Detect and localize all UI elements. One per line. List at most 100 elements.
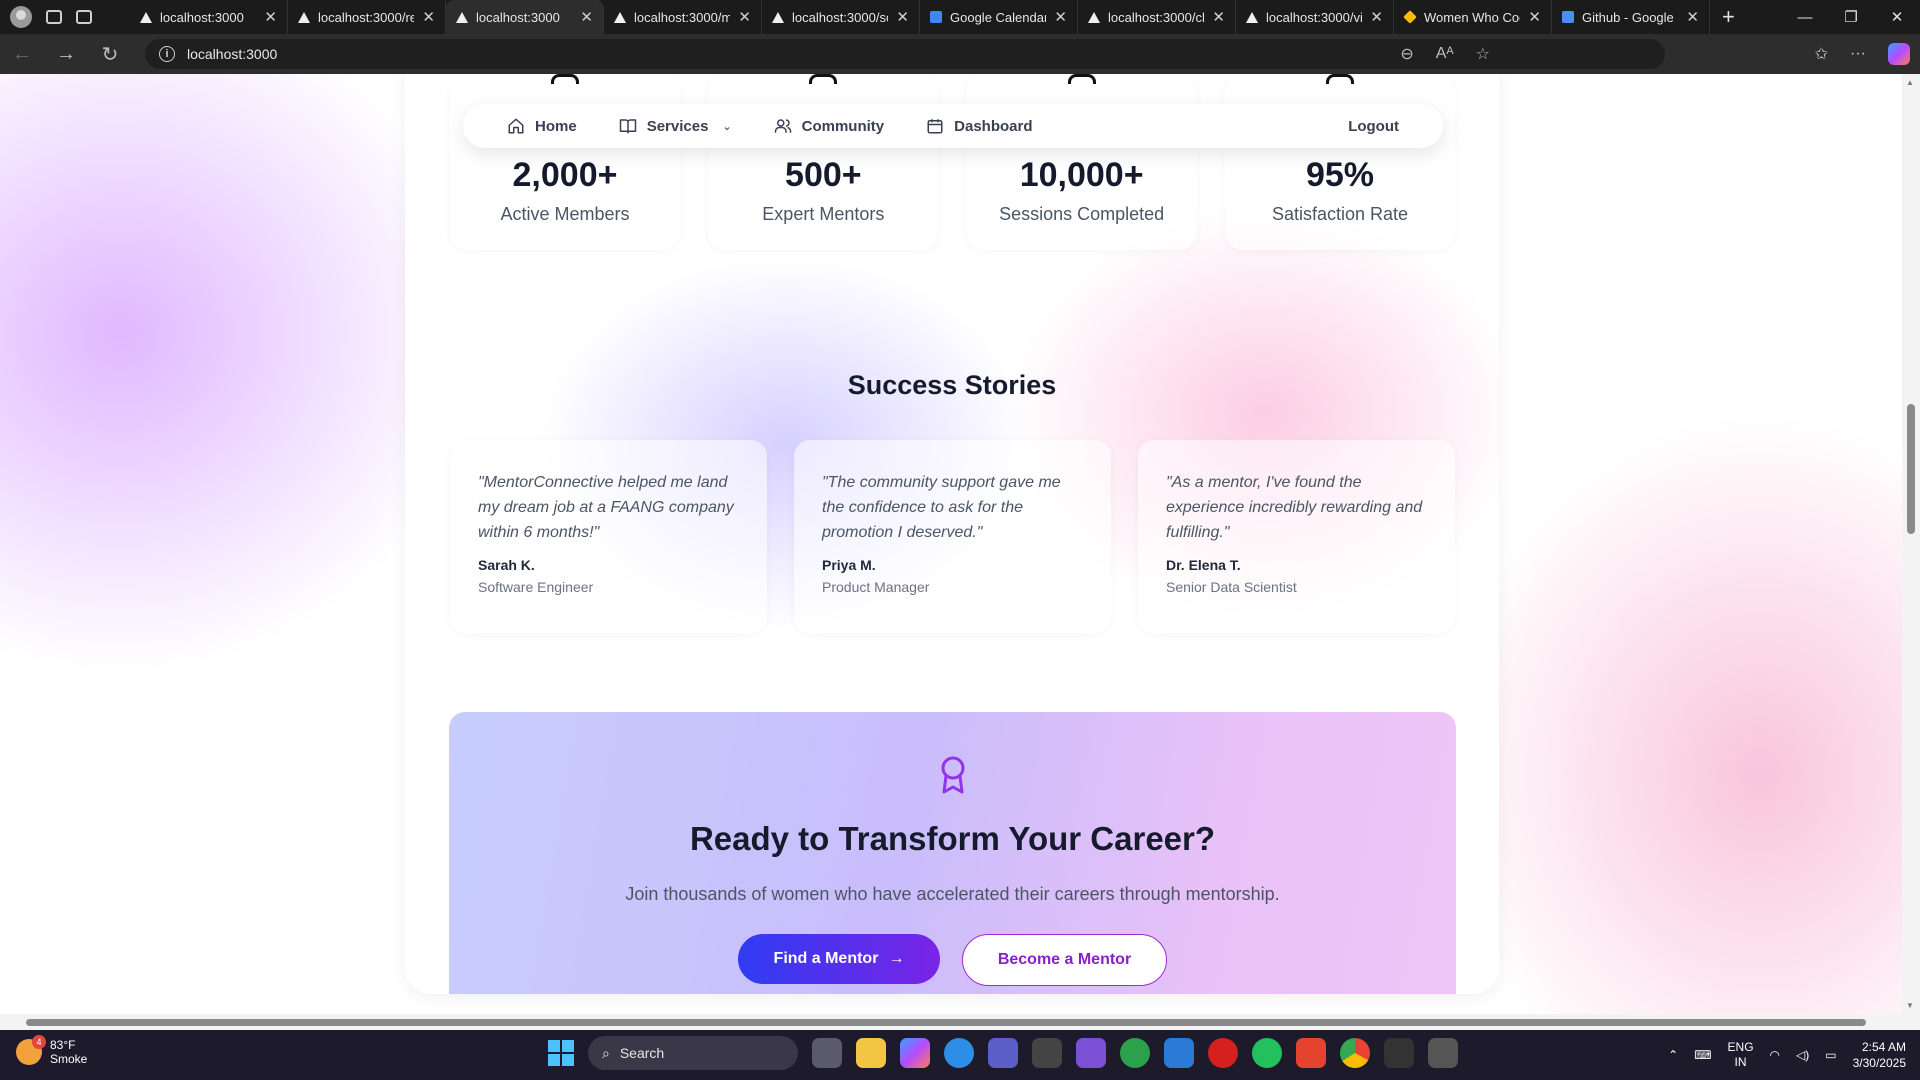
- chevron-up-icon[interactable]: ⌃: [1668, 1048, 1678, 1062]
- nav-dashboard[interactable]: Dashboard: [926, 117, 1033, 135]
- clock-date: 3/30/2025: [1852, 1056, 1906, 1070]
- app-icon[interactable]: [1076, 1038, 1106, 1068]
- clock[interactable]: 2:54 AM 3/30/2025: [1853, 1039, 1906, 1071]
- more-menu-icon[interactable]: ···: [1850, 45, 1866, 63]
- whatsapp-icon[interactable]: [1252, 1038, 1282, 1068]
- browser-tab[interactable]: Women Who Cod ✕: [1394, 0, 1552, 34]
- nav-community[interactable]: Community: [774, 117, 885, 135]
- site-info-icon[interactable]: i: [159, 46, 175, 62]
- stat-label: Expert Mentors: [762, 204, 885, 224]
- new-tab-icon[interactable]: +: [1722, 4, 1735, 30]
- story-name: Dr. Elena T.: [1166, 557, 1241, 573]
- story-quote: "MentorConnective helped me land my drea…: [478, 474, 734, 541]
- home-icon: [508, 118, 524, 134]
- battery-icon[interactable]: ▭: [1825, 1048, 1836, 1062]
- main-content-card: 2,000+ Active Members 500+ Expert Mentor…: [405, 74, 1499, 994]
- settings-icon[interactable]: [1428, 1038, 1458, 1068]
- horizontal-scrollbar[interactable]: [0, 1014, 1902, 1030]
- browser-tab[interactable]: localhost:3000/rec ✕: [288, 0, 446, 34]
- story-role: Software Engineer: [478, 579, 594, 595]
- browser-tab[interactable]: Github - Google D ✕: [1552, 0, 1710, 34]
- recorder-icon[interactable]: [1208, 1038, 1238, 1068]
- teams-icon[interactable]: [988, 1038, 1018, 1068]
- vertical-scrollbar[interactable]: ▲ ▼: [1902, 74, 1920, 1014]
- close-tab-icon[interactable]: ✕: [1212, 8, 1225, 26]
- browser-tab-title: Women Who Cod: [1424, 9, 1521, 25]
- close-tab-icon[interactable]: ✕: [264, 8, 277, 26]
- story-quote: "The community support gave me the confi…: [822, 474, 1061, 541]
- wwc-icon: [1403, 10, 1417, 24]
- browser-tab[interactable]: localhost:3000/me ✕: [604, 0, 762, 34]
- tab-actions-icon[interactable]: [76, 10, 92, 24]
- story-name: Sarah K.: [478, 557, 535, 573]
- camera-icon[interactable]: [1384, 1038, 1414, 1068]
- browser-tab[interactable]: localhost:3000/sc ✕: [762, 0, 920, 34]
- find-mentor-button[interactable]: Find a Mentor →: [738, 934, 940, 984]
- weather-widget[interactable]: 4 83°F Smoke: [16, 1035, 87, 1066]
- chevron-down-icon: ⌄: [722, 120, 732, 133]
- users-icon: [774, 119, 791, 133]
- favorites-icon[interactable]: ✩: [1815, 44, 1828, 64]
- close-tab-icon[interactable]: ✕: [738, 8, 751, 26]
- browser-tab-title: localhost:3000/vic: [1266, 9, 1363, 25]
- triangle-icon: [614, 11, 626, 23]
- weather-temp: 83°F: [50, 1038, 76, 1052]
- triangle-icon: [298, 11, 310, 23]
- nav-services-label: Services: [646, 117, 709, 135]
- close-tab-icon[interactable]: ✕: [1528, 8, 1541, 26]
- volume-icon[interactable]: ◁): [1796, 1048, 1809, 1062]
- language-indicator[interactable]: ENG IN: [1728, 1040, 1754, 1070]
- reload-icon[interactable]: ↻: [88, 34, 132, 74]
- close-tab-icon[interactable]: ✕: [422, 8, 435, 26]
- copilot-icon[interactable]: [1888, 43, 1910, 65]
- nav-home[interactable]: Home: [507, 117, 577, 135]
- browser-tab[interactable]: localhost:3000/ch ✕: [1078, 0, 1236, 34]
- close-window-icon[interactable]: ✕: [1874, 0, 1920, 34]
- file-explorer-icon[interactable]: [856, 1038, 886, 1068]
- browser-tab[interactable]: localhost:3000 ✕: [130, 0, 288, 34]
- back-icon[interactable]: ←: [0, 34, 44, 74]
- favorite-star-icon[interactable]: ☆: [1476, 44, 1490, 64]
- edge-icon[interactable]: [944, 1038, 974, 1068]
- taskbar-search[interactable]: ⌕ Search: [588, 1036, 798, 1070]
- chatgpt-icon[interactable]: [1032, 1038, 1062, 1068]
- task-view-icon[interactable]: [812, 1038, 842, 1068]
- browser-tab-title: Google Calendar: [950, 9, 1047, 25]
- vscode-icon[interactable]: [1164, 1038, 1194, 1068]
- cta-heading: Ready to Transform Your Career?: [689, 820, 1216, 857]
- minimize-icon[interactable]: —: [1782, 0, 1828, 34]
- chrome-icon[interactable]: [1340, 1038, 1370, 1068]
- triangle-icon: [1088, 11, 1100, 23]
- close-tab-icon[interactable]: ✕: [1686, 8, 1699, 26]
- forward-icon[interactable]: →: [44, 34, 88, 74]
- read-aloud-icon[interactable]: Aᴬ: [1436, 45, 1454, 63]
- logout-button[interactable]: Logout: [1348, 118, 1399, 135]
- become-mentor-button[interactable]: Become a Mentor: [962, 934, 1167, 986]
- browser-tab[interactable]: localhost:3000/vic ✕: [1236, 0, 1394, 34]
- zoom-icon[interactable]: ⊖: [1400, 44, 1413, 64]
- nav-community-label: Community: [801, 117, 885, 135]
- browser-tab[interactable]: Google Calendar ✕: [920, 0, 1078, 34]
- close-tab-icon[interactable]: ✕: [896, 8, 909, 26]
- nav-services[interactable]: Services ⌄: [619, 117, 732, 135]
- close-tab-icon[interactable]: ✕: [1054, 8, 1067, 26]
- story-name: Priya M.: [822, 557, 876, 573]
- xbox-icon[interactable]: [1120, 1038, 1150, 1068]
- start-icon[interactable]: [548, 1040, 574, 1066]
- workspaces-icon[interactable]: [46, 10, 62, 24]
- wifi-icon[interactable]: ◠: [1770, 1048, 1780, 1062]
- stat-card: 2,000+ Active Members: [450, 74, 680, 250]
- close-tab-icon[interactable]: ✕: [1370, 8, 1383, 26]
- story-role: Product Manager: [822, 579, 930, 595]
- keyboard-icon[interactable]: ⌨: [1694, 1048, 1711, 1062]
- office-icon[interactable]: [1296, 1038, 1326, 1068]
- profile-avatar-icon[interactable]: [10, 6, 32, 28]
- story-role: Senior Data Scientist: [1166, 579, 1297, 595]
- browser-tab[interactable]: localhost:3000 ✕: [446, 0, 604, 34]
- close-tab-icon[interactable]: ✕: [580, 8, 593, 26]
- copilot-app-icon[interactable]: [900, 1038, 930, 1068]
- windows-taskbar: 4 83°F Smoke ⌕ Search ⌃ ⌨ ENG IN ◠ ◁) ▭ …: [0, 1030, 1920, 1080]
- restore-icon[interactable]: ❐: [1828, 0, 1874, 34]
- triangle-icon: [140, 11, 152, 23]
- address-bar-row: ← → ↻ i localhost:3000 ⊖ Aᴬ ☆ ✩ ···: [0, 34, 1920, 74]
